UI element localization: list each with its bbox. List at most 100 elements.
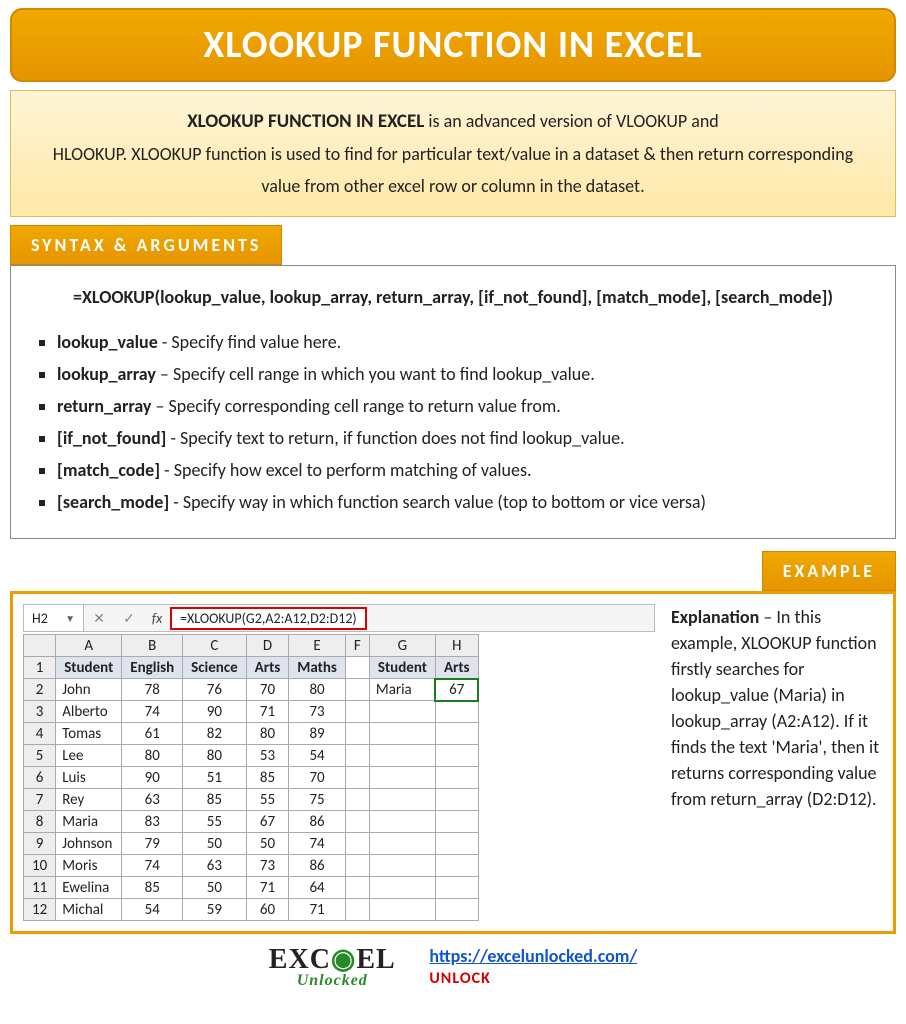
row-header[interactable]: 10 [24,855,56,877]
cell[interactable] [369,745,435,767]
cell[interactable] [435,877,478,899]
cell[interactable]: 55 [246,789,289,811]
cell[interactable] [435,745,478,767]
cell[interactable]: 59 [183,899,246,921]
cell[interactable]: Alberto [56,701,122,723]
cell[interactable] [345,833,369,855]
cell[interactable]: Arts [435,657,478,679]
cell[interactable]: John [56,679,122,701]
cell[interactable] [345,745,369,767]
cell[interactable] [369,811,435,833]
cell[interactable]: 80 [183,745,246,767]
cell[interactable]: 75 [289,789,346,811]
cell[interactable]: 50 [183,877,246,899]
cell[interactable]: 73 [246,855,289,877]
cell[interactable]: Tomas [56,723,122,745]
cell[interactable]: 55 [183,811,246,833]
cell[interactable]: 80 [246,723,289,745]
cell[interactable]: 76 [183,679,246,701]
cell[interactable] [345,767,369,789]
check-icon[interactable]: ✓ [114,610,144,627]
row-header[interactable]: 8 [24,811,56,833]
cell[interactable]: Student [56,657,122,679]
cell[interactable]: 80 [289,679,346,701]
cell[interactable]: 70 [246,679,289,701]
cell[interactable]: 74 [122,855,183,877]
cell[interactable]: 71 [289,899,346,921]
cell[interactable]: Maria [369,679,435,701]
cell[interactable]: 51 [183,767,246,789]
spreadsheet-grid[interactable]: A B C D E F G H 1 Student English Scienc… [23,634,479,921]
cell[interactable]: 82 [183,723,246,745]
cell[interactable]: 70 [289,767,346,789]
cell[interactable] [345,679,369,701]
cell[interactable] [369,833,435,855]
cell[interactable]: 89 [289,723,346,745]
cell[interactable]: Luis [56,767,122,789]
cell[interactable] [435,789,478,811]
formula-text[interactable]: =XLOOKUP(G2,A2:A12,D2:D12) [170,607,367,630]
selected-cell[interactable]: 67 [435,679,478,701]
col-header[interactable]: G [369,635,435,657]
col-header[interactable]: D [246,635,289,657]
cell[interactable] [369,899,435,921]
cell[interactable] [369,723,435,745]
cell[interactable]: 83 [122,811,183,833]
col-header[interactable]: H [435,635,478,657]
cancel-icon[interactable]: ✕ [84,610,114,627]
col-header[interactable]: B [122,635,183,657]
cell[interactable]: 78 [122,679,183,701]
website-link[interactable]: https://excelunlocked.com/ [429,945,637,967]
cell[interactable] [369,789,435,811]
cell[interactable] [369,877,435,899]
row-header[interactable]: 4 [24,723,56,745]
cell[interactable] [435,855,478,877]
cell[interactable]: Maria [56,811,122,833]
col-header[interactable]: C [183,635,246,657]
cell[interactable]: 53 [246,745,289,767]
corner-cell[interactable] [24,635,56,657]
cell[interactable] [435,811,478,833]
cell[interactable] [345,855,369,877]
cell[interactable]: 73 [289,701,346,723]
cell[interactable]: 63 [122,789,183,811]
cell[interactable]: 86 [289,811,346,833]
cell[interactable]: English [122,657,183,679]
cell[interactable]: Michal [56,899,122,921]
name-box[interactable]: H2 ▼ [24,605,84,631]
cell[interactable]: 86 [289,855,346,877]
cell[interactable]: 74 [289,833,346,855]
col-header[interactable]: A [56,635,122,657]
row-header[interactable]: 11 [24,877,56,899]
cell[interactable] [345,899,369,921]
cell[interactable]: 67 [246,811,289,833]
cell[interactable] [369,701,435,723]
cell[interactable]: 71 [246,701,289,723]
row-header[interactable]: 6 [24,767,56,789]
cell[interactable]: 85 [183,789,246,811]
cell[interactable]: 64 [289,877,346,899]
cell[interactable]: 63 [183,855,246,877]
cell[interactable]: Lee [56,745,122,767]
cell[interactable]: Science [183,657,246,679]
cell[interactable] [435,701,478,723]
cell[interactable]: 50 [246,833,289,855]
cell[interactable]: 74 [122,701,183,723]
cell[interactable] [369,767,435,789]
row-header[interactable]: 2 [24,679,56,701]
cell[interactable]: Student [369,657,435,679]
cell[interactable]: 79 [122,833,183,855]
cell[interactable] [435,899,478,921]
cell[interactable] [435,767,478,789]
cell[interactable]: 60 [246,899,289,921]
cell[interactable] [435,833,478,855]
cell[interactable]: 54 [122,899,183,921]
cell[interactable] [345,657,369,679]
cell[interactable]: 71 [246,877,289,899]
row-header[interactable]: 1 [24,657,56,679]
cell[interactable]: Ewelina [56,877,122,899]
cell[interactable]: 85 [122,877,183,899]
cell[interactable] [345,789,369,811]
cell[interactable]: 54 [289,745,346,767]
cell[interactable]: 90 [183,701,246,723]
